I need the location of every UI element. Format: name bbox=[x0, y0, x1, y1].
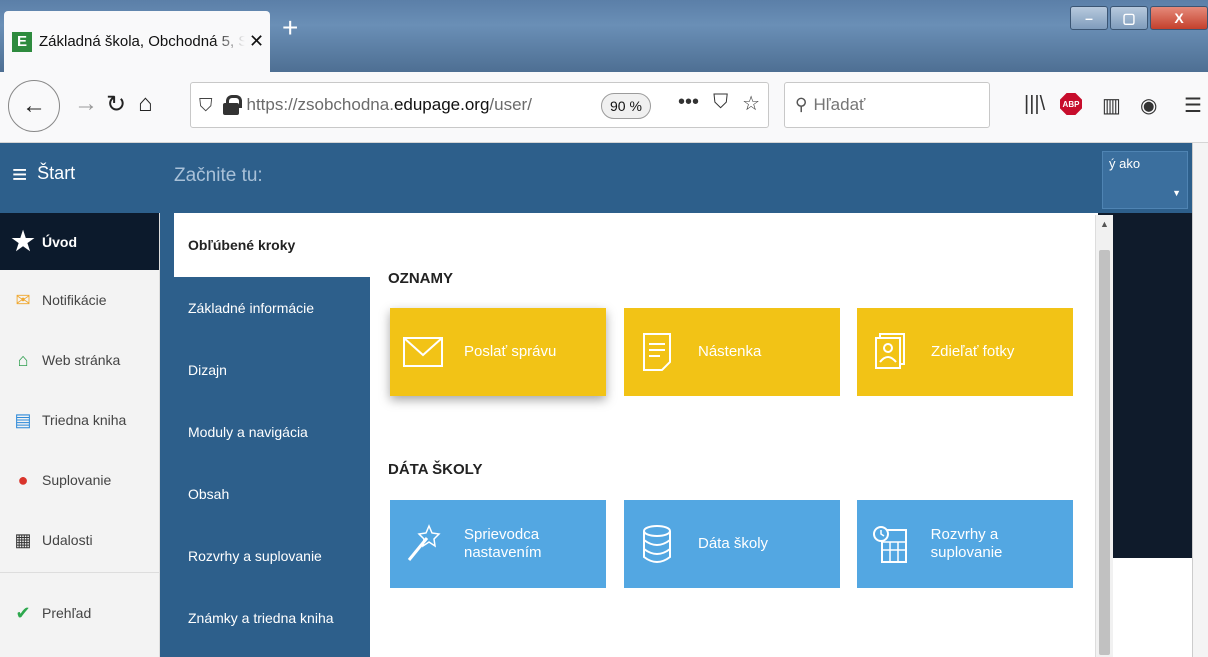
maximize-button[interactable]: ▢ bbox=[1110, 6, 1148, 30]
sidebar-item-label: Úvod bbox=[42, 233, 77, 250]
house-icon: ⌂ bbox=[17, 349, 29, 370]
sidebar-item-label: Prehľad bbox=[42, 605, 92, 621]
zoom-level-badge[interactable]: 90 % bbox=[601, 93, 651, 119]
pocket-icon[interactable]: ⛉ bbox=[713, 91, 728, 116]
menu-item-zakladne-informacie[interactable]: Základné informácie bbox=[160, 277, 370, 339]
url-bar[interactable]: ⛉ https://zsobchodna.edupage.org/user/ 9… bbox=[190, 82, 769, 128]
lock-icon[interactable] bbox=[222, 95, 242, 115]
reload-icon[interactable]: ↻ bbox=[106, 90, 126, 119]
background-panel bbox=[1098, 213, 1198, 558]
noticeboard-card[interactable]: Nástenka bbox=[624, 308, 840, 396]
sidebar-item-notifikacie[interactable]: ✉ Notifikácie bbox=[0, 270, 159, 330]
noticeboard-icon bbox=[634, 329, 680, 375]
sidebar-item-prehlad[interactable]: ✔ Prehľad bbox=[0, 583, 159, 643]
start-label: Štart bbox=[37, 163, 76, 183]
start-menu: Obľúbené kroky Základné informácie Dizaj… bbox=[160, 213, 374, 657]
card-label: Poslať správu bbox=[464, 343, 557, 360]
account-icon[interactable]: ◉ bbox=[1140, 93, 1157, 118]
back-icon[interactable]: ← bbox=[8, 80, 60, 132]
login-label: ý ako bbox=[1109, 156, 1141, 171]
forward-icon[interactable]: → bbox=[74, 90, 98, 118]
school-data-card[interactable]: Dáta školy bbox=[624, 500, 840, 588]
sidebar-item-label: Web stránka bbox=[42, 352, 121, 368]
section-title-data-skoly: DÁTA ŠKOLY bbox=[388, 461, 483, 478]
login-select[interactable]: ý ako ▼ bbox=[1102, 151, 1188, 209]
hamburger-icon: ≡ bbox=[12, 158, 28, 189]
scroll-up-icon[interactable]: ▲ bbox=[1096, 219, 1113, 229]
magic-wand-icon bbox=[400, 521, 446, 567]
search-bar[interactable]: ⚲ bbox=[784, 82, 990, 128]
content-panel: OZNAMY Poslať správu Nástenka Zdieľať fo… bbox=[370, 213, 1098, 657]
card-label: Rozvrhy a suplovanie bbox=[930, 526, 1003, 561]
envelope-icon bbox=[400, 329, 446, 375]
timetable-card[interactable]: Rozvrhy a suplovanie bbox=[857, 500, 1073, 588]
envelope-icon: ✉ bbox=[15, 289, 31, 310]
share-photos-card[interactable]: Zdieľať fotky bbox=[857, 308, 1073, 396]
card-label: Nástenka bbox=[698, 343, 762, 360]
menu-item-znamky-triedna-kniha[interactable]: Známky a triedna kniha bbox=[160, 587, 370, 649]
timetable-icon bbox=[867, 521, 913, 567]
sidebar-item-label: Notifikácie bbox=[42, 292, 107, 308]
sidebar-divider bbox=[0, 572, 159, 573]
sidebar-item-triedna-kniha[interactable]: ▤ Triedna kniha bbox=[0, 390, 159, 450]
home-icon[interactable]: ⌂ bbox=[138, 90, 153, 118]
browser-tab[interactable]: E Základná škola, Obchodná 5, Sk ✕ bbox=[4, 11, 270, 72]
url-text[interactable]: https://zsobchodna.edupage.org/user/ bbox=[247, 95, 532, 115]
browser-titlebar: E Základná škola, Obchodná 5, Sk ✕ + – ▢… bbox=[0, 0, 1208, 72]
book-icon: ▤ bbox=[14, 409, 32, 430]
check-icon: ✔ bbox=[15, 602, 31, 623]
sidebar-item-label: Suplovanie bbox=[42, 472, 112, 488]
substitution-icon: ● bbox=[17, 469, 29, 490]
close-tab-icon[interactable]: ✕ bbox=[249, 31, 264, 52]
menu-item-dizajn[interactable]: Dizajn bbox=[160, 339, 370, 401]
menu-item-moduly-navigacia[interactable]: Moduly a navigácia bbox=[160, 401, 370, 463]
sidebar-item-web-stranka[interactable]: ⌂ Web stránka bbox=[0, 330, 159, 390]
start-button[interactable]: ≡ Štart bbox=[12, 158, 76, 189]
shield-icon[interactable]: ⛉ bbox=[199, 95, 213, 116]
card-label: Sprievodca nastavením bbox=[464, 526, 542, 561]
search-input[interactable] bbox=[813, 95, 974, 115]
menu-item-obsah[interactable]: Obsah bbox=[160, 463, 370, 525]
minimize-button[interactable]: – bbox=[1070, 6, 1108, 30]
adblock-icon[interactable]: ABP bbox=[1060, 93, 1082, 115]
edupage-favicon-icon: E bbox=[12, 31, 32, 52]
library-icon[interactable]: |||\ bbox=[1024, 93, 1045, 116]
url-actions: ••• ⛉ ☆ bbox=[678, 91, 760, 116]
page-scrollbar[interactable] bbox=[1192, 143, 1208, 657]
sidebar: ★ Úvod ✉ Notifikácie ⌂ Web stránka ▤ Tri… bbox=[0, 213, 160, 657]
search-icon: ⚲ bbox=[795, 95, 808, 114]
tab-title: Základná škola, Obchodná 5, Sk bbox=[39, 33, 245, 50]
card-label: Dáta školy bbox=[698, 535, 769, 552]
more-icon[interactable]: ••• bbox=[678, 91, 699, 116]
content-scrollbar[interactable]: ▲ bbox=[1095, 215, 1113, 657]
window-controls: – ▢ X bbox=[1070, 6, 1208, 30]
scrollbar-thumb[interactable] bbox=[1099, 250, 1110, 655]
browser-navbar: ← → ↻ ⌂ ⛉ https://zsobchodna.edupage.org… bbox=[0, 72, 1208, 143]
card-label: Zdieľať fotky bbox=[931, 343, 1015, 360]
send-message-card[interactable]: Poslať správu bbox=[390, 308, 606, 396]
star-icon: ★ bbox=[11, 226, 35, 256]
sidebar-item-suplovanie[interactable]: ● Suplovanie bbox=[0, 450, 159, 510]
setup-wizard-card[interactable]: Sprievodca nastavením bbox=[390, 500, 606, 588]
sidebar-icon[interactable]: ▥ bbox=[1102, 93, 1121, 118]
page: ≡ Štart Začnite tu: ý ako ▼ ★ Úvod ✉ Not… bbox=[0, 143, 1208, 657]
sidebar-item-label: Udalosti bbox=[42, 532, 93, 548]
menu-item-rozvrhy-suplovanie[interactable]: Rozvrhy a suplovanie bbox=[160, 525, 370, 587]
caret-down-icon: ▼ bbox=[1172, 188, 1181, 198]
menu-icon[interactable]: ☰ bbox=[1184, 93, 1202, 118]
sidebar-item-udalosti[interactable]: ▦ Udalosti bbox=[0, 510, 159, 570]
background-box bbox=[1113, 558, 1183, 657]
begin-title: Začnite tu: bbox=[174, 165, 263, 186]
photos-icon bbox=[867, 329, 913, 375]
menu-item-oblubene-kroky[interactable]: Obľúbené kroky bbox=[174, 213, 374, 277]
section-title-oznamy: OZNAMY bbox=[388, 270, 453, 287]
close-window-button[interactable]: X bbox=[1150, 6, 1208, 30]
new-tab-button[interactable]: + bbox=[282, 14, 298, 42]
sidebar-item-uvod[interactable]: ★ Úvod bbox=[0, 213, 159, 270]
calendar-icon: ▦ bbox=[14, 529, 32, 550]
star-icon[interactable]: ☆ bbox=[742, 91, 760, 116]
database-icon bbox=[634, 521, 680, 567]
sidebar-item-label: Triedna kniha bbox=[42, 412, 127, 428]
top-band: ≡ Štart Začnite tu: ý ako ▼ bbox=[0, 143, 1208, 213]
